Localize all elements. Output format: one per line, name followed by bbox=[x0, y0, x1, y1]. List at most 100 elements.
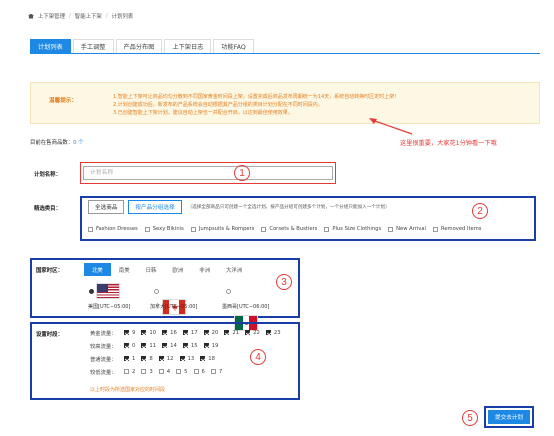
checkbox-icon[interactable] bbox=[265, 330, 271, 335]
checkbox-icon[interactable] bbox=[124, 369, 129, 374]
step-number-5: 5 bbox=[462, 410, 478, 426]
region-tab-oceania[interactable]: 大洋洲 bbox=[218, 263, 250, 276]
checkbox-icon[interactable] bbox=[245, 330, 251, 335]
us-flag-icon bbox=[96, 283, 120, 299]
plan-name-input[interactable] bbox=[83, 166, 333, 180]
select-by-group-button[interactable]: 按产品分组选择 bbox=[128, 200, 182, 214]
hour-checkbox[interactable]: 12 bbox=[158, 356, 174, 362]
checkbox-icon[interactable] bbox=[141, 343, 147, 348]
hour-checkbox[interactable]: 14 bbox=[162, 343, 177, 349]
checkbox-icon[interactable] bbox=[224, 330, 230, 335]
category-item-label: Removed Items bbox=[440, 226, 482, 232]
checkbox-icon[interactable] bbox=[203, 330, 209, 335]
tab-distribution[interactable]: 产品分布图 bbox=[115, 39, 163, 53]
tab-log[interactable]: 上下架日志 bbox=[164, 39, 212, 53]
checkbox-icon[interactable] bbox=[200, 356, 206, 361]
radio-mexico[interactable] bbox=[226, 289, 231, 294]
hour-label: 1 bbox=[132, 355, 136, 362]
checkbox-icon[interactable] bbox=[176, 369, 182, 374]
category-checkbox[interactable]: Sexy Bikinis bbox=[144, 226, 184, 232]
checkbox-icon[interactable] bbox=[190, 226, 196, 232]
checkbox-icon[interactable] bbox=[158, 369, 164, 374]
region-tabs: 北美 南美 日韩 欧洲 非洲 大洋洲 bbox=[84, 263, 250, 276]
hour-checkbox[interactable]: 7 bbox=[210, 369, 222, 375]
hour-checkbox[interactable]: 22 bbox=[245, 330, 260, 336]
checkbox-icon[interactable] bbox=[158, 356, 164, 361]
step-number-3: 3 bbox=[276, 274, 292, 290]
checkbox-icon[interactable] bbox=[162, 330, 168, 335]
checkbox-icon[interactable] bbox=[124, 343, 129, 348]
hour-checkbox[interactable]: 15 bbox=[182, 342, 198, 349]
radio-us[interactable] bbox=[89, 289, 94, 294]
breadcrumb-item[interactable]: 智能上下架 bbox=[75, 12, 102, 20]
checkbox-icon[interactable] bbox=[88, 226, 93, 232]
breadcrumb: 上下架管理 / 智能上下架 / 计划列表 bbox=[28, 12, 133, 20]
hour-label: 9 bbox=[132, 329, 136, 336]
tab-faq[interactable]: 功能FAQ bbox=[213, 39, 254, 53]
checkbox-icon[interactable] bbox=[324, 226, 330, 232]
region-tab-north-america[interactable]: 北美 bbox=[84, 263, 111, 276]
category-checkbox[interactable]: Fashion Dresses bbox=[88, 226, 138, 232]
hour-checkbox[interactable]: 13 bbox=[179, 356, 194, 362]
existing-count-value: 0 个 bbox=[73, 140, 84, 146]
hour-checkbox[interactable]: 2 bbox=[124, 369, 135, 375]
region-tab-africa[interactable]: 非洲 bbox=[191, 263, 218, 276]
tab-bar: 计划列表 手工调整 产品分布图 上下架日志 功能FAQ bbox=[30, 38, 540, 54]
hour-checkbox[interactable]: 17 bbox=[182, 330, 198, 336]
hour-checkbox[interactable]: 19 bbox=[203, 342, 219, 349]
region-tab-south-america[interactable]: 南美 bbox=[111, 263, 138, 276]
tab-manual-adjust[interactable]: 手工调整 bbox=[72, 39, 114, 53]
step-number-2: 2 bbox=[472, 203, 488, 219]
checkbox-icon[interactable] bbox=[182, 330, 188, 335]
checkbox-icon[interactable] bbox=[179, 356, 185, 361]
category-list: Fashion Dresses Sexy Bikinis Jumpsuits &… bbox=[88, 226, 489, 232]
checkbox-icon[interactable] bbox=[162, 343, 168, 348]
hour-label: 22 bbox=[253, 329, 260, 336]
hour-checkbox[interactable]: 8 bbox=[141, 356, 153, 362]
hour-checkbox[interactable]: 6 bbox=[193, 369, 205, 375]
hour-checkbox[interactable]: 21 bbox=[224, 330, 239, 336]
hour-checkbox[interactable]: 5 bbox=[176, 368, 188, 375]
hour-checkbox[interactable]: 10 bbox=[141, 330, 156, 336]
checkbox-icon[interactable] bbox=[182, 343, 188, 348]
checkbox-icon[interactable] bbox=[144, 226, 150, 232]
category-checkbox[interactable]: New Arrival bbox=[388, 226, 426, 232]
hour-label: 15 bbox=[190, 342, 198, 349]
hour-checkbox[interactable]: 11 bbox=[141, 343, 156, 349]
hour-label: 14 bbox=[170, 342, 177, 349]
hour-checkbox[interactable]: 20 bbox=[203, 330, 218, 336]
breadcrumb-item[interactable]: 上下架管理 bbox=[38, 12, 65, 20]
checkbox-icon[interactable] bbox=[124, 330, 129, 335]
category-checkbox[interactable]: Removed Items bbox=[432, 226, 482, 232]
hour-label: 19 bbox=[211, 342, 219, 349]
hour-checkbox[interactable]: 3 bbox=[141, 369, 153, 375]
checkbox-icon[interactable] bbox=[193, 369, 199, 374]
hour-checkbox[interactable]: 9 bbox=[124, 330, 135, 336]
checkbox-icon[interactable] bbox=[432, 226, 438, 232]
checkbox-icon[interactable] bbox=[203, 343, 209, 348]
hour-checkbox[interactable]: 0 bbox=[124, 343, 135, 349]
submit-plan-button[interactable]: 提交去计划 bbox=[488, 410, 530, 424]
radio-canada[interactable] bbox=[154, 289, 159, 294]
checkbox-icon[interactable] bbox=[388, 226, 394, 232]
hour-checkbox[interactable]: 23 bbox=[265, 330, 281, 336]
hour-checkbox[interactable]: 1 bbox=[124, 356, 135, 362]
hour-checkbox[interactable]: 18 bbox=[200, 356, 215, 362]
region-tab-europe[interactable]: 欧洲 bbox=[164, 263, 191, 276]
checkbox-icon[interactable] bbox=[141, 356, 147, 361]
tab-plan-list[interactable]: 计划列表 bbox=[30, 39, 71, 53]
checkbox-icon[interactable] bbox=[141, 330, 147, 335]
checkbox-icon[interactable] bbox=[124, 356, 129, 361]
region-tab-japan-korea[interactable]: 日韩 bbox=[138, 263, 165, 276]
hour-label: 5 bbox=[184, 368, 188, 375]
checkbox-icon[interactable] bbox=[210, 369, 216, 374]
hour-label: 11 bbox=[149, 342, 157, 349]
category-checkbox[interactable]: Corsets & Bustiers bbox=[261, 226, 317, 232]
checkbox-icon[interactable] bbox=[141, 369, 147, 374]
category-checkbox[interactable]: Plus Size Clothings bbox=[324, 226, 381, 232]
category-checkbox[interactable]: Jumpsuits & Rompers bbox=[190, 226, 254, 232]
hour-checkbox[interactable]: 16 bbox=[162, 330, 177, 336]
hour-checkbox[interactable]: 4 bbox=[158, 369, 170, 375]
checkbox-icon[interactable] bbox=[261, 226, 267, 232]
select-all-button[interactable]: 全选商品 bbox=[88, 200, 125, 214]
